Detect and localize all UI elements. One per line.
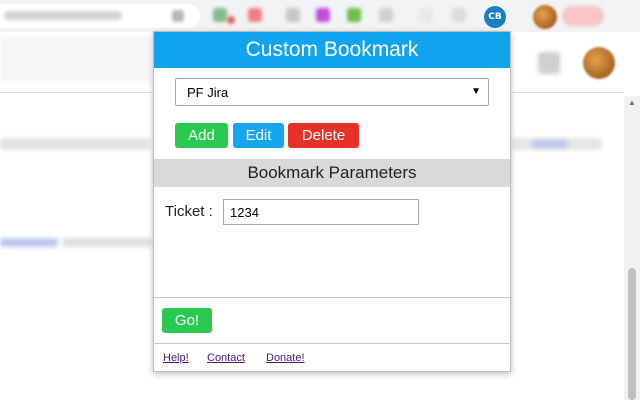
extension-badge-red bbox=[227, 16, 235, 24]
extension-icon-lime[interactable] bbox=[347, 8, 361, 22]
contact-link[interactable]: Contact bbox=[207, 352, 245, 364]
extension-badge-text: CB bbox=[488, 12, 502, 22]
extension-icon-purple[interactable] bbox=[316, 8, 330, 22]
extension-icon-blank[interactable] bbox=[419, 8, 433, 22]
popup-title: Custom Bookmark bbox=[154, 32, 510, 68]
go-button[interactable]: Go! bbox=[162, 308, 212, 333]
extension-icon-green[interactable] bbox=[213, 8, 227, 22]
bookmark-star-icon[interactable] bbox=[172, 10, 184, 22]
address-bar[interactable] bbox=[0, 4, 200, 28]
bookmark-parameters-heading: Bookmark Parameters bbox=[154, 159, 510, 187]
donate-link[interactable]: Donate! bbox=[266, 352, 305, 364]
address-bar-blurred-text bbox=[4, 11, 122, 20]
ticket-label: Ticket : bbox=[165, 203, 213, 220]
bookmark-select-value: PF Jira bbox=[187, 85, 229, 100]
page-scrollbar-thumb[interactable] bbox=[628, 268, 636, 400]
page-blur-header bbox=[0, 36, 150, 82]
chevron-down-icon: ▼ bbox=[471, 86, 481, 97]
extension-icon-red[interactable] bbox=[248, 8, 262, 22]
bookmark-select[interactable]: PF Jira ▼ bbox=[175, 78, 489, 106]
page-rule bbox=[0, 92, 152, 93]
add-button[interactable]: Add bbox=[175, 123, 228, 148]
divider-bottom bbox=[154, 343, 510, 344]
page-blur-link bbox=[532, 140, 568, 148]
page-blur-line-1 bbox=[0, 138, 150, 150]
page-blur-link-2 bbox=[0, 238, 58, 247]
extension-icon-gray[interactable] bbox=[286, 8, 300, 22]
divider-top bbox=[154, 297, 510, 298]
ticket-input[interactable] bbox=[223, 199, 419, 225]
help-link[interactable]: Help! bbox=[163, 352, 189, 364]
page-blur-icon bbox=[538, 52, 560, 74]
page-blur-line-2 bbox=[62, 238, 152, 247]
profile-chip[interactable] bbox=[562, 6, 604, 26]
custom-bookmark-extension-icon[interactable]: CB bbox=[484, 6, 506, 28]
extension-icon-blank-2[interactable] bbox=[452, 8, 466, 22]
scroll-up-arrow-icon[interactable]: ▲ bbox=[628, 98, 636, 107]
profile-avatar[interactable] bbox=[533, 5, 557, 29]
custom-bookmark-popup: Custom Bookmark PF Jira ▼ Add Edit Delet… bbox=[153, 31, 511, 372]
page-avatar bbox=[583, 47, 615, 79]
page-rule-right bbox=[512, 92, 624, 93]
delete-button[interactable]: Delete bbox=[288, 123, 359, 148]
edit-button[interactable]: Edit bbox=[233, 123, 284, 148]
extension-icon-light[interactable] bbox=[379, 8, 393, 22]
